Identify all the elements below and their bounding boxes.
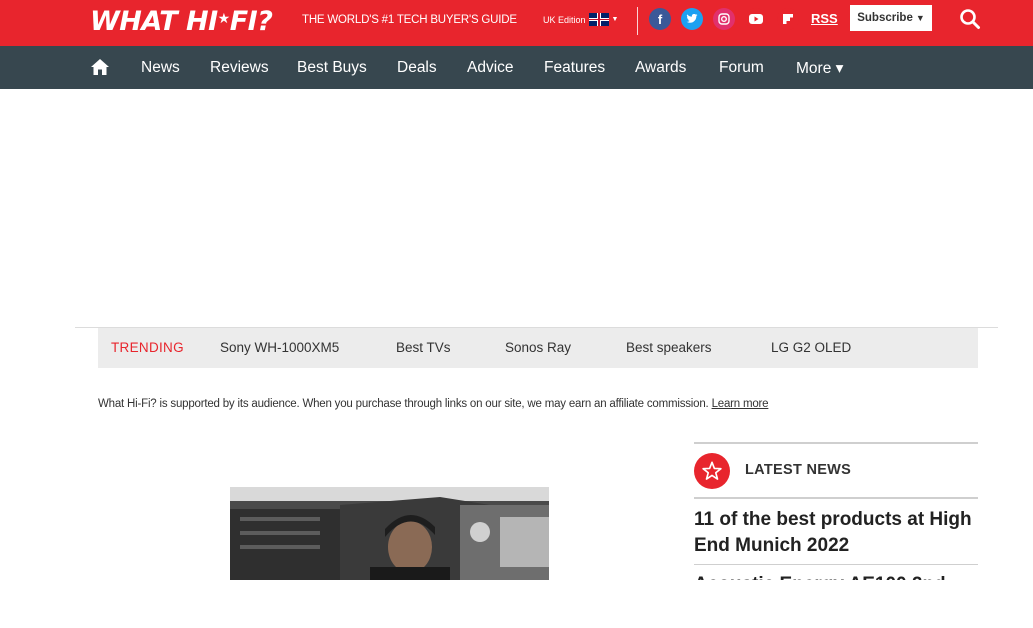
instagram-icon[interactable]: [713, 8, 735, 30]
nav-features[interactable]: Features: [544, 59, 605, 77]
star-icon: [694, 453, 730, 489]
twitter-icon[interactable]: [681, 8, 703, 30]
trending-item[interactable]: Best TVs: [396, 340, 451, 355]
site-logo[interactable]: WHAT HI★FI?: [90, 4, 273, 37]
affiliate-disclaimer: What Hi-Fi? is supported by its audience…: [98, 398, 769, 410]
latest-news-next-item[interactable]: Acoustic Energy AE100 2nd gen: [694, 572, 978, 580]
nav-best-buys[interactable]: Best Buys: [297, 59, 367, 77]
latest-news-divider: [694, 497, 978, 499]
chevron-down-icon: ▼: [611, 16, 619, 23]
header-divider: [637, 7, 638, 35]
rss-link[interactable]: RSS: [811, 11, 838, 26]
youtube-icon[interactable]: [745, 8, 767, 30]
nav-more[interactable]: More ▾: [796, 59, 843, 78]
trending-item[interactable]: Sony WH-1000XM5: [220, 340, 339, 355]
article-image[interactable]: [230, 487, 549, 580]
nav-reviews[interactable]: Reviews: [210, 59, 269, 77]
subscribe-label: Subscribe: [857, 12, 913, 24]
latest-news-top-rule: [694, 442, 978, 444]
learn-more-link[interactable]: Learn more: [712, 398, 769, 410]
nav-news[interactable]: News: [141, 59, 180, 77]
viewport-bottom: [0, 580, 1033, 628]
subscribe-button[interactable]: Subscribe ▼: [850, 5, 932, 31]
logo-star-icon: ★: [217, 11, 231, 27]
main-nav: News Reviews Best Buys Deals Advice Feat…: [0, 46, 1033, 89]
search-icon[interactable]: [958, 7, 982, 31]
nav-deals[interactable]: Deals: [397, 59, 437, 77]
edition-label: UK Edition: [543, 14, 586, 25]
trending-item[interactable]: LG G2 OLED: [771, 340, 851, 355]
nav-advice[interactable]: Advice: [467, 59, 514, 77]
chevron-down-icon: ▼: [915, 13, 925, 23]
latest-news-divider: [694, 564, 978, 565]
trending-bar: TRENDING Sony WH-1000XM5 Best TVs Sonos …: [98, 328, 978, 368]
nav-awards[interactable]: Awards: [635, 59, 686, 77]
flipboard-icon[interactable]: [777, 8, 799, 30]
facebook-icon[interactable]: f: [649, 8, 671, 30]
trending-item[interactable]: Best speakers: [626, 340, 712, 355]
top-bar: WHAT HI★FI? THE WORLD'S #1 TECH BUYER'S …: [0, 0, 1033, 46]
trending-label: TRENDING: [111, 340, 184, 355]
edition-selector[interactable]: UK Edition ▼: [543, 13, 618, 26]
home-icon[interactable]: [90, 58, 110, 76]
uk-flag-icon: [588, 13, 609, 26]
latest-news-headline[interactable]: 11 of the best products at High End Muni…: [694, 507, 978, 559]
site-tagline: THE WORLD'S #1 TECH BUYER'S GUIDE: [302, 14, 517, 26]
nav-forum[interactable]: Forum: [719, 59, 764, 77]
trending-item[interactable]: Sonos Ray: [505, 340, 571, 355]
latest-news-title: LATEST NEWS: [745, 462, 852, 478]
affiliate-text: What Hi-Fi? is supported by its audience…: [98, 398, 709, 410]
latest-news-next-headline: Acoustic Energy AE100 2nd gen: [694, 572, 978, 580]
